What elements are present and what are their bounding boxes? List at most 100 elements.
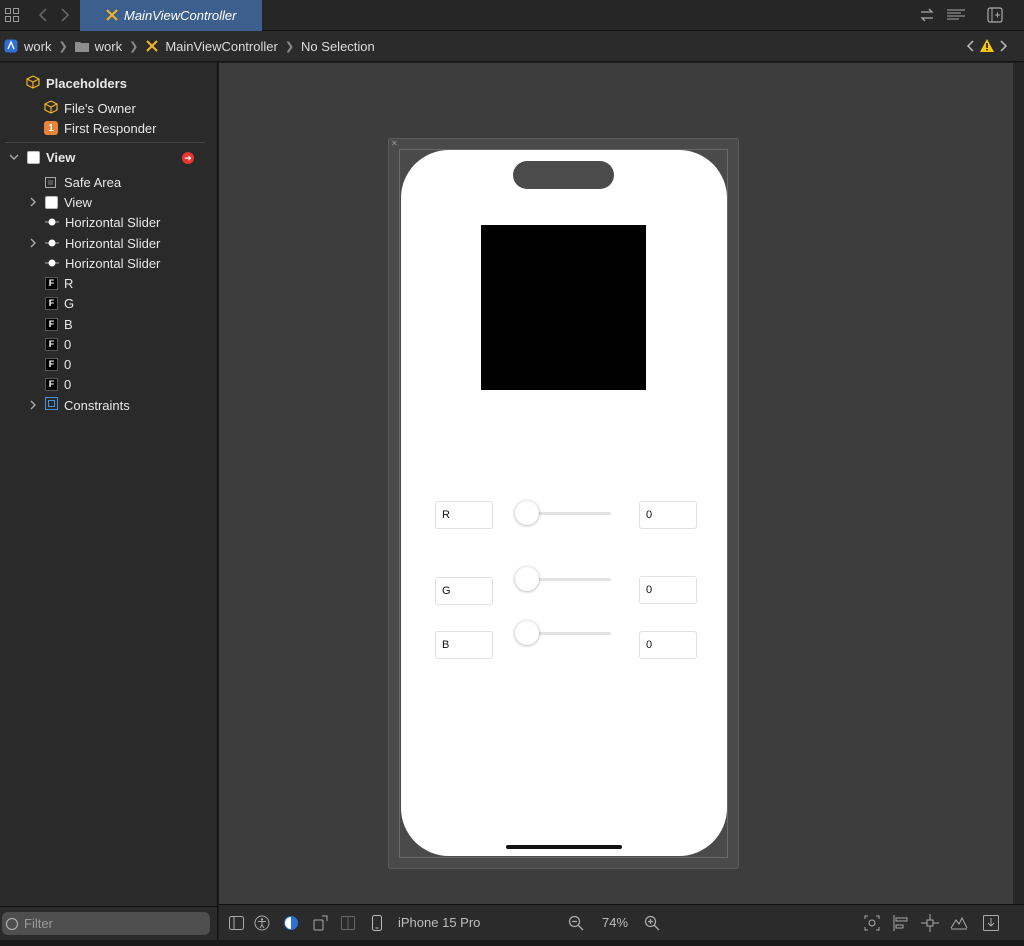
b-label-field[interactable]: B: [435, 631, 493, 659]
outline-label-b[interactable]: F B: [45, 314, 73, 334]
update-frames-icon[interactable]: [863, 914, 881, 932]
slider-icon: [45, 215, 59, 230]
project-icon: [4, 39, 18, 53]
slider-icon: [45, 236, 59, 251]
outline-label-g[interactable]: F G: [45, 293, 74, 313]
label-icon: F: [45, 276, 58, 290]
slider-thumb[interactable]: [515, 621, 539, 645]
breadcrumb-folder[interactable]: work ❯: [95, 39, 146, 54]
r-slider[interactable]: [515, 501, 611, 525]
outline-label: 0: [64, 336, 72, 352]
zoom-level: 74%: [602, 915, 629, 930]
add-editor-icon[interactable]: [986, 6, 1004, 24]
outline-label-value-3[interactable]: F 0: [45, 374, 71, 394]
toggle-outline-icon[interactable]: [227, 914, 245, 932]
cube-icon: [26, 74, 40, 92]
outline-files-owner[interactable]: File's Owner: [44, 98, 136, 118]
filter-icon: [6, 918, 18, 930]
outline-filter-bar: [0, 906, 218, 940]
filter-input[interactable]: [2, 912, 210, 935]
color-preview-view[interactable]: [481, 225, 646, 390]
orientation-icon[interactable]: [311, 914, 329, 932]
add-constraints-icon[interactable]: [921, 914, 939, 932]
outline-label: Horizontal Slider: [65, 214, 161, 230]
dynamic-island: [513, 161, 614, 189]
chevron-right-icon[interactable]: [28, 238, 38, 248]
outline-first-responder[interactable]: 1 First Responder: [44, 118, 156, 138]
outline-label: File's Owner: [64, 100, 136, 116]
grid-icon[interactable]: [3, 6, 21, 24]
swap-arrows-icon[interactable]: [918, 6, 936, 24]
breadcrumb-label: work: [94, 38, 123, 54]
outline-label: Placeholders: [46, 75, 127, 91]
xib-icon: [105, 8, 119, 25]
outline-divider: [5, 142, 205, 143]
canvas-gutter: [1013, 63, 1024, 904]
chevron-right-icon[interactable]: [28, 400, 38, 410]
breadcrumb-project[interactable]: work ❯: [24, 39, 75, 54]
zoom-out-icon[interactable]: [567, 914, 585, 932]
view-icon: [27, 150, 40, 164]
forward-arrow-icon[interactable]: [56, 6, 74, 24]
back-arrow-icon[interactable]: [34, 6, 52, 24]
chevron-down-icon[interactable]: [9, 152, 19, 162]
breadcrumb: work ❯ work ❯ MainViewController ❯ No Selec…: [0, 31, 1024, 62]
chevron-right-icon[interactable]: [28, 197, 38, 207]
outline-view-child[interactable]: View: [45, 192, 92, 212]
tab-main-view-controller[interactable]: MainViewController: [80, 0, 262, 31]
warning-icon[interactable]: [980, 39, 994, 55]
breadcrumb-label: MainViewController: [165, 38, 278, 54]
g-value-field[interactable]: 0: [639, 576, 697, 604]
device-config-icon[interactable]: [339, 914, 357, 932]
label-icon: F: [45, 337, 58, 351]
r-label-field[interactable]: R: [435, 501, 493, 529]
document-outline: Placeholders File's Owner 1 First Respon…: [0, 63, 218, 906]
g-slider[interactable]: [515, 567, 611, 591]
outline-label: Horizontal Slider: [65, 235, 161, 251]
outline-label: 0: [64, 356, 72, 372]
safe-area-icon: [45, 176, 56, 188]
outline-constraints[interactable]: Constraints: [45, 395, 130, 415]
breadcrumb-file[interactable]: MainViewController ❯: [165, 39, 301, 54]
outline-placeholders[interactable]: Placeholders: [26, 73, 127, 93]
outline-slider-1[interactable]: Horizontal Slider: [45, 212, 160, 232]
r-value-field[interactable]: 0: [639, 501, 697, 529]
resolve-issues-icon[interactable]: [950, 914, 968, 932]
align-icon[interactable]: [892, 914, 910, 932]
editor-options-icon[interactable]: [945, 6, 967, 24]
b-value-field[interactable]: 0: [639, 631, 697, 659]
chevron-right-icon[interactable]: [1000, 39, 1008, 55]
accessibility-icon[interactable]: [253, 914, 271, 932]
constraints-icon: [45, 397, 58, 413]
window-bottom-edge: [0, 940, 1024, 946]
outline-slider-2[interactable]: Horizontal Slider: [45, 233, 160, 253]
first-responder-icon: 1: [44, 121, 58, 135]
outline-view-root[interactable]: View: [27, 147, 75, 167]
tab-label: MainViewController: [124, 8, 237, 23]
breadcrumb-selection[interactable]: No Selection: [301, 39, 375, 54]
scene-close-icon[interactable]: ✕: [391, 140, 398, 148]
outline-label-value-1[interactable]: F 0: [45, 334, 71, 354]
outline-label: 0: [64, 376, 72, 392]
zoom-in-icon[interactable]: [643, 914, 661, 932]
slider-thumb[interactable]: [515, 501, 539, 525]
chevron-right-icon: ❯: [284, 40, 295, 53]
outline-label-r[interactable]: F R: [45, 273, 73, 293]
label-icon: F: [45, 317, 58, 331]
g-label-field[interactable]: G: [435, 577, 493, 605]
embed-in-icon[interactable]: [982, 914, 1000, 932]
outline-label: G: [64, 295, 75, 311]
chevron-left-icon[interactable]: [966, 39, 974, 55]
b-slider[interactable]: [515, 621, 611, 645]
appearance-icon[interactable]: [282, 914, 300, 932]
iphone-icon[interactable]: [368, 914, 386, 932]
error-arrow-icon[interactable]: ➜: [182, 152, 194, 164]
outline-label: Constraints: [64, 397, 130, 413]
slider-thumb[interactable]: [515, 567, 539, 591]
label-icon: F: [45, 357, 58, 371]
outline-slider-3[interactable]: Horizontal Slider: [45, 253, 160, 273]
slider-icon: [45, 256, 59, 271]
outline-safe-area[interactable]: Safe Area: [45, 172, 121, 192]
outline-label-value-2[interactable]: F 0: [45, 354, 71, 374]
device-name[interactable]: iPhone 15 Pro: [398, 915, 480, 930]
